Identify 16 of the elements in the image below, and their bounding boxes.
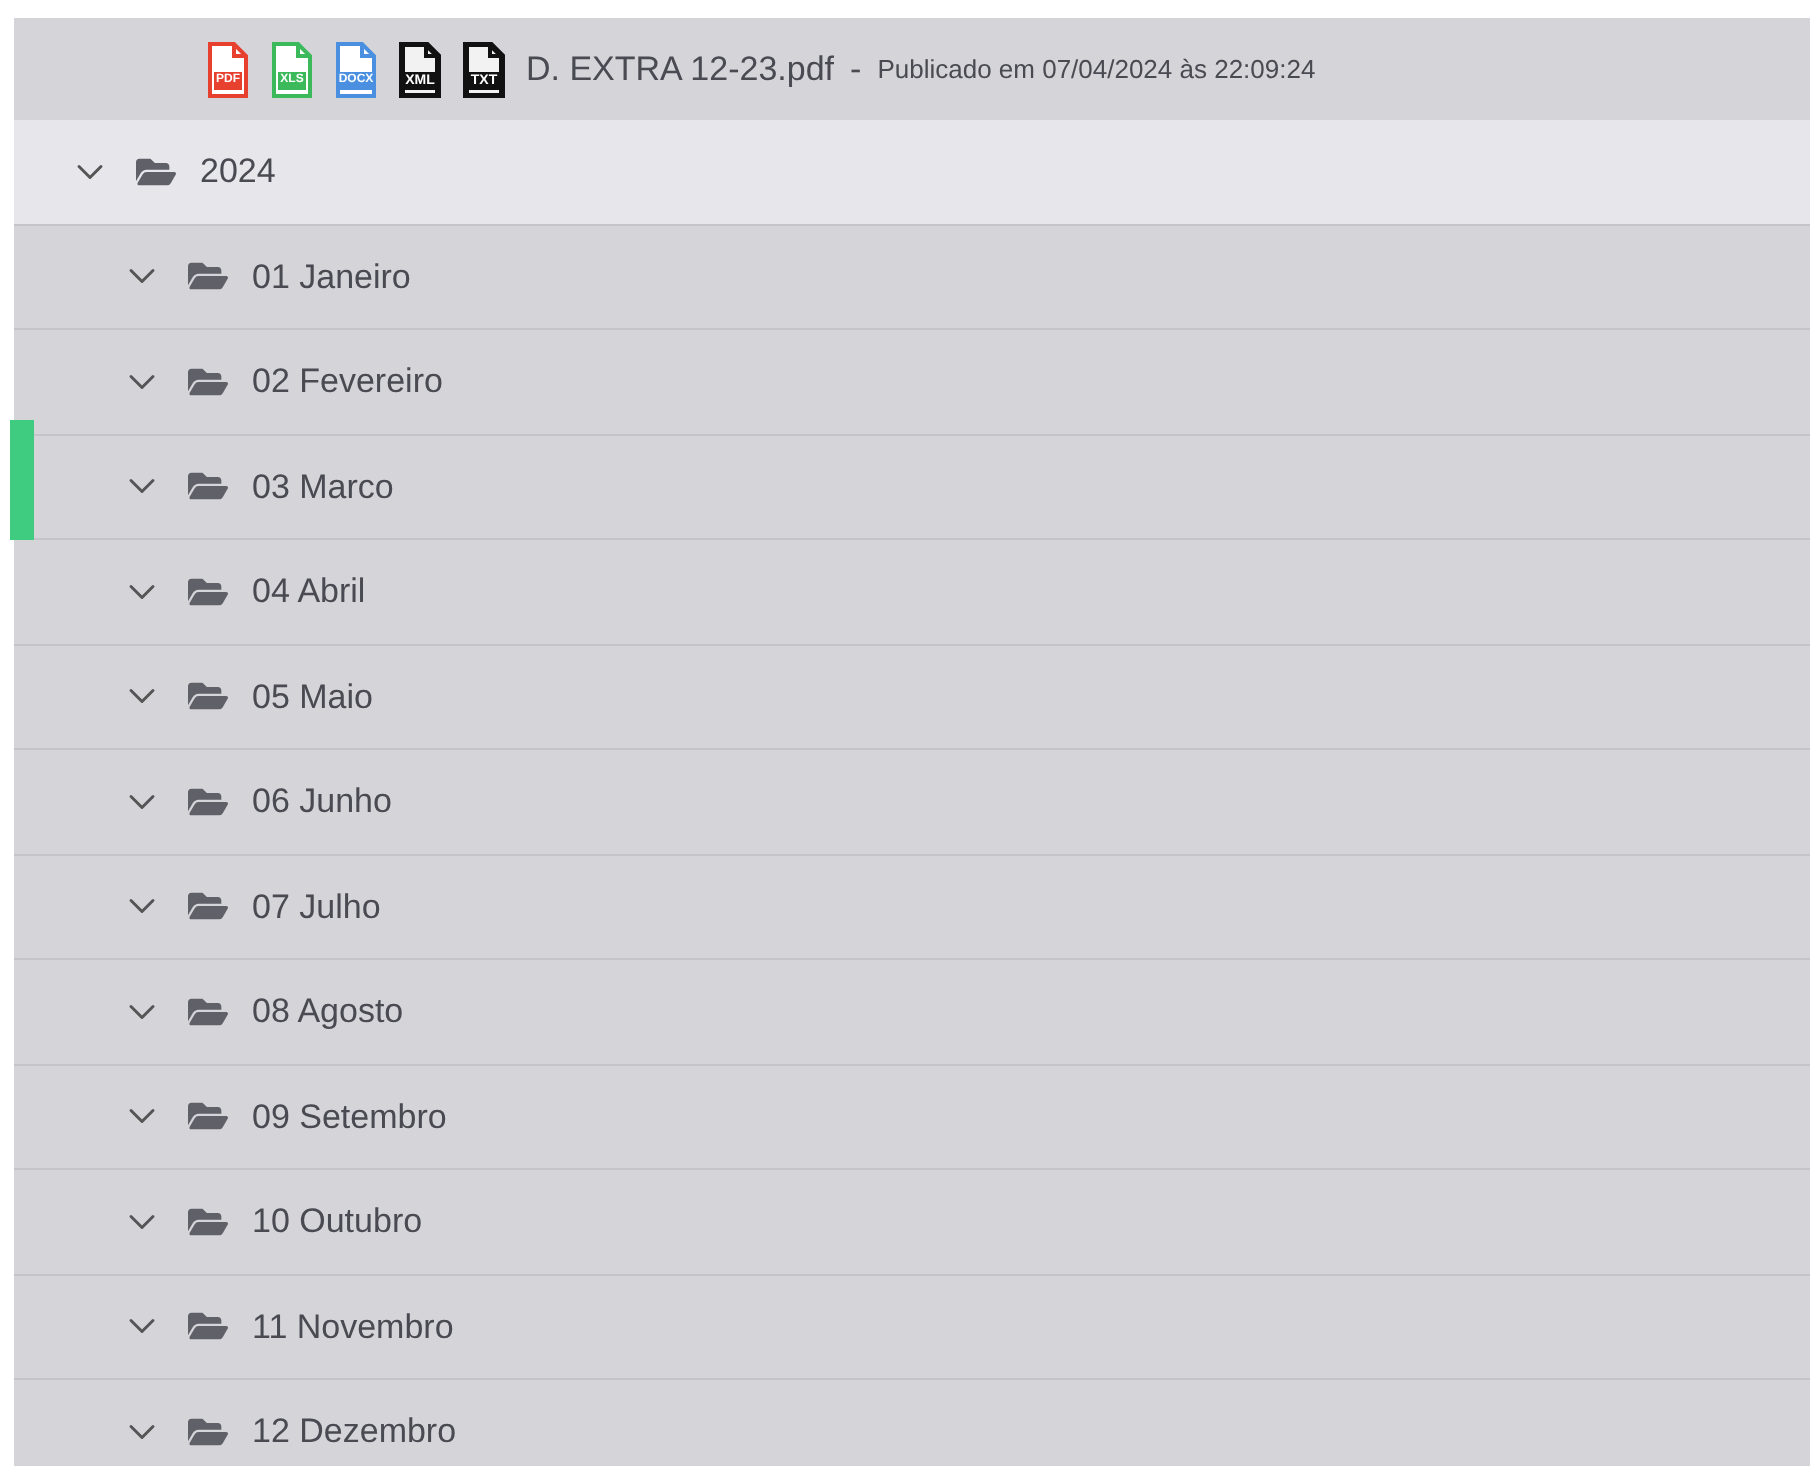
folder-label[interactable]: 09 Setembro	[252, 1091, 447, 1142]
folder-label[interactable]: 04 Abril	[252, 566, 366, 617]
document-link[interactable]: D. EXTRA 12-23.pdf	[526, 43, 835, 95]
publish-date: Publicado em 07/04/2024 às 22:09:24	[877, 51, 1316, 88]
folder-label[interactable]: 08 Agosto	[252, 986, 404, 1037]
folder-label[interactable]: 06 Junho	[252, 776, 392, 827]
separator-text: -	[850, 47, 862, 92]
folder-label[interactable]: 03 Marco	[252, 461, 394, 512]
folder-label[interactable]: 11 Novembro	[252, 1301, 454, 1352]
folder-label[interactable]: 12 Dezembro	[252, 1406, 457, 1457]
folder-label[interactable]: 07 Julho	[252, 881, 381, 932]
folder-label[interactable]: 05 Maio	[252, 671, 373, 722]
folder-label[interactable]: 02 Fevereiro	[252, 356, 443, 407]
folder-label[interactable]: 10 Outubro	[252, 1196, 423, 1247]
folder-label[interactable]: 01 Janeiro	[252, 251, 411, 302]
folder-label[interactable]: 2024	[200, 146, 276, 197]
